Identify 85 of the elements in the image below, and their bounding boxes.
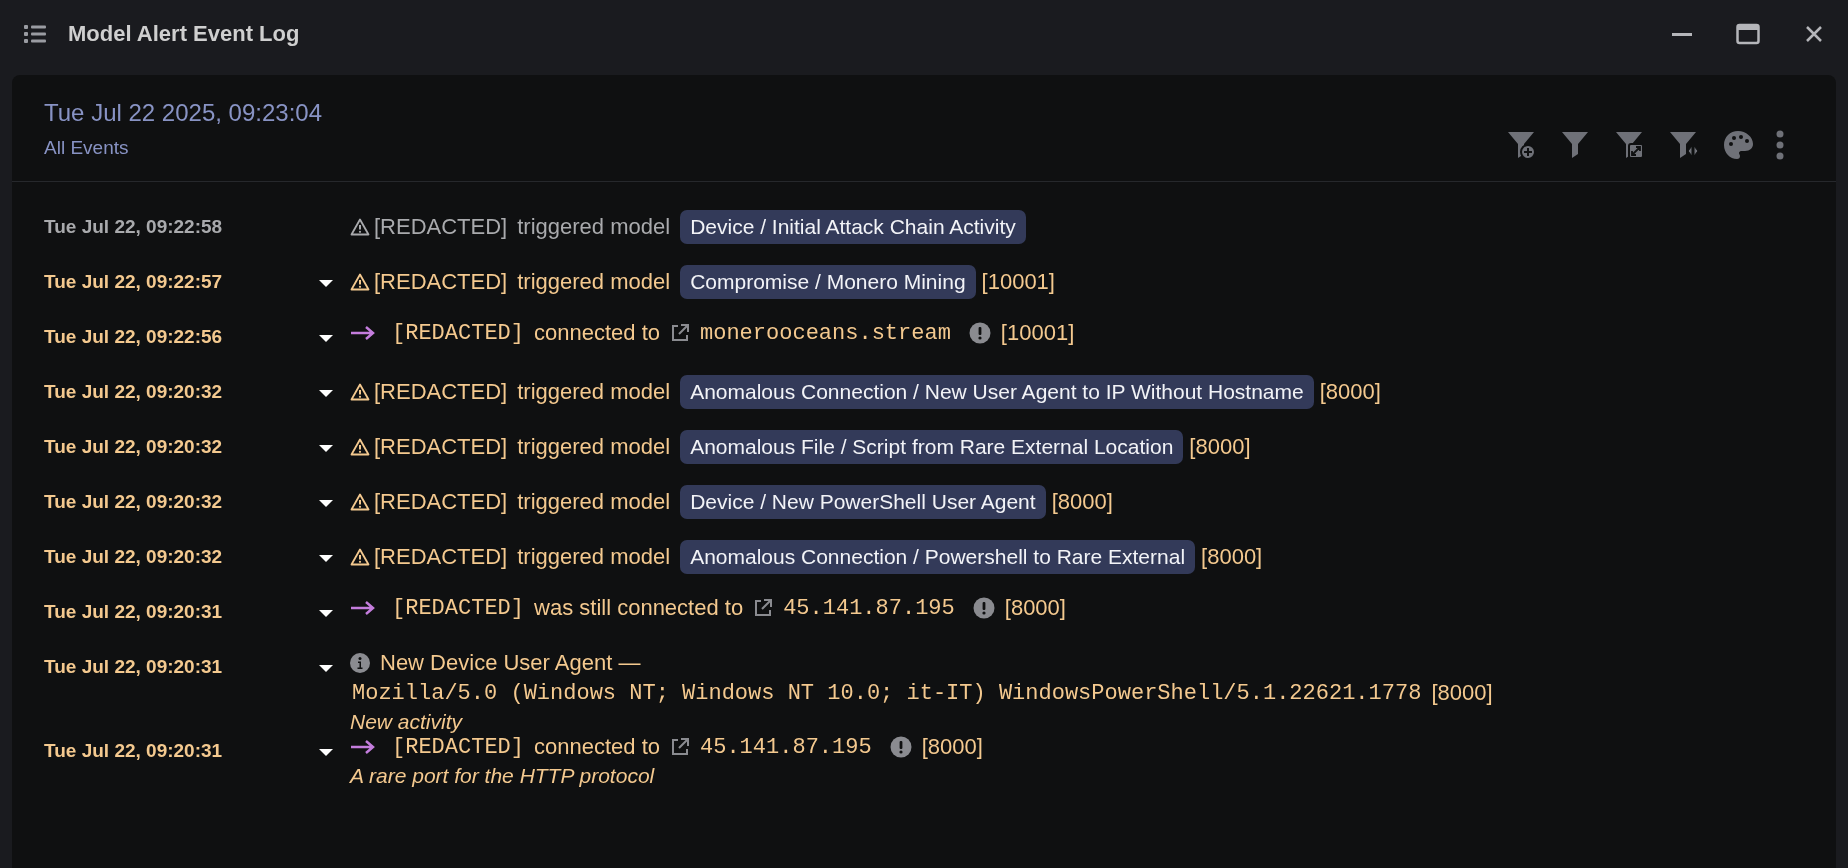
model-tag[interactable]: Device / Initial Attack Chain Activity: [680, 210, 1026, 244]
event-text: triggered model: [517, 544, 671, 570]
minimize-button[interactable]: [1672, 32, 1692, 36]
expand-caret-button[interactable]: [318, 279, 334, 288]
window-title: Model Alert Event Log: [68, 21, 300, 47]
score-text: [8000]: [921, 734, 983, 760]
device-name: [REDACTED]: [374, 379, 508, 405]
warning-icon: [350, 438, 370, 456]
event-time: Tue Jul 22, 09:22:57: [43, 270, 224, 293]
warning-icon: [350, 218, 370, 236]
warning-icon: [350, 493, 370, 511]
model-tag[interactable]: Compromise / Monero Mining: [680, 265, 976, 299]
timestamp-heading: Tue Jul 22 2025, 09:23:04: [44, 99, 322, 127]
device-name: [REDACTED]: [374, 489, 508, 515]
target-link[interactable]: 45.141.87.195: [783, 595, 955, 621]
device-name: [REDACTED]: [392, 320, 525, 346]
arrow-right-icon: [350, 600, 376, 616]
event-text: triggered model: [517, 269, 671, 295]
score-text: [8000]: [1431, 680, 1493, 706]
event-time: Tue Jul 22, 09:20:32: [43, 490, 224, 513]
event-text: triggered model: [517, 379, 671, 405]
event-text: was still connected to: [534, 595, 744, 621]
event-text: triggered model: [517, 214, 671, 240]
event-time: Tue Jul 22, 09:20:31: [43, 600, 224, 623]
external-link-icon[interactable]: [670, 323, 690, 343]
external-link-icon[interactable]: [753, 598, 774, 618]
event-time: Tue Jul 22, 09:20:31: [43, 739, 224, 762]
arrow-right-icon: [350, 739, 376, 755]
warning-icon: [350, 548, 370, 566]
close-button[interactable]: [1804, 24, 1824, 44]
device-name: [REDACTED]: [374, 214, 508, 240]
score-text: [8000]: [1189, 434, 1251, 460]
filter-code-button[interactable]: [1668, 129, 1700, 161]
target-link[interactable]: monerooceans.stream: [700, 320, 951, 346]
expand-caret-button[interactable]: [318, 664, 334, 673]
device-name: [REDACTED]: [374, 544, 508, 570]
menu-icon[interactable]: [24, 25, 46, 43]
event-note: New activity: [350, 710, 464, 734]
event-text: New Device User Agent —: [380, 650, 641, 676]
device-name: [REDACTED]: [392, 595, 525, 621]
event-time: Tue Jul 22, 09:20:32: [43, 380, 224, 403]
expand-caret-button[interactable]: [318, 609, 334, 618]
event-text: connected to: [534, 320, 660, 346]
event-time: Tue Jul 22, 09:20:32: [43, 545, 224, 568]
model-tag[interactable]: Device / New PowerShell User Agent: [680, 485, 1046, 519]
arrow-right-icon: [350, 325, 376, 341]
expand-caret-button[interactable]: [318, 554, 334, 563]
expand-caret-button[interactable]: [318, 389, 334, 398]
device-name: [REDACTED]: [374, 269, 508, 295]
expand-caret-button[interactable]: [318, 499, 334, 508]
exclamation-icon: [972, 597, 995, 619]
event-time: Tue Jul 22, 09:20:32: [43, 435, 224, 458]
expand-caret-button[interactable]: [318, 334, 334, 343]
model-tag[interactable]: Anomalous File / Script from Rare External Location: [680, 430, 1184, 464]
event-text: triggered model: [517, 434, 671, 460]
maximize-button[interactable]: [1736, 23, 1760, 45]
target-link[interactable]: 45.141.87.195: [700, 734, 872, 760]
warning-icon: [350, 383, 370, 401]
device-name: [REDACTED]: [392, 734, 525, 760]
score-text: [8000]: [1004, 595, 1066, 621]
score-text: [10001]: [1000, 320, 1075, 346]
more-options-button[interactable]: [1776, 130, 1784, 160]
event-text: connected to: [534, 734, 660, 760]
external-link-icon[interactable]: [670, 737, 690, 757]
device-name: [REDACTED]: [374, 434, 508, 460]
event-time: Tue Jul 22, 09:20:31: [43, 655, 224, 678]
info-icon: [350, 653, 370, 673]
warning-icon: [350, 273, 370, 291]
score-text: [8000]: [1201, 544, 1263, 570]
score-text: [8000]: [1319, 379, 1381, 405]
event-text: triggered model: [517, 489, 671, 515]
exclamation-icon: [968, 322, 991, 344]
user-agent-text: Mozilla/5.0 (Windows NT; Windows NT 10.0; it-IT) WindowsPowerShell/5.1.22621.1778: [352, 680, 1422, 706]
exclamation-icon: [889, 736, 912, 758]
model-tag[interactable]: Anomalous Connection / New User Agent to IP Without Hostname: [680, 375, 1314, 409]
event-time: Tue Jul 22, 09:22:58: [43, 215, 224, 238]
event-note: A rare port for the HTTP protocol: [350, 764, 656, 788]
score-text: [10001]: [981, 269, 1055, 295]
expand-caret-button[interactable]: [318, 748, 334, 757]
palette-button[interactable]: [1722, 129, 1754, 161]
event-time: Tue Jul 22, 09:22:56: [43, 325, 224, 348]
expand-caret-button[interactable]: [318, 444, 334, 453]
score-text: [8000]: [1051, 489, 1113, 515]
model-tag[interactable]: Anomalous Connection / Powershell to Rare External: [680, 540, 1196, 574]
filter-label[interactable]: All Events: [44, 137, 322, 159]
